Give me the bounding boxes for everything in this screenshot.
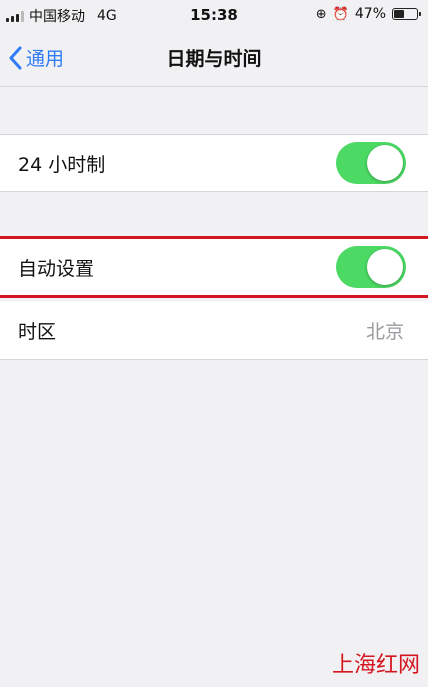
setting-label-auto-set: 自动设置 — [18, 258, 95, 280]
toggle-knob — [367, 145, 403, 181]
watermark: 上海红网 — [331, 653, 420, 678]
divider — [0, 359, 428, 360]
toggle-24-hour[interactable] — [336, 142, 406, 184]
alarm-icon: ⏰ — [332, 6, 349, 22]
toggle-knob — [367, 249, 403, 285]
status-bar: 中国移动 4G 15:38 ⊕ ⏰ 47% — [0, 0, 428, 30]
setting-row-24-hour: 24 小时制 — [0, 135, 428, 191]
battery-percent: 47% — [354, 6, 386, 22]
battery-fill — [394, 10, 404, 18]
toggle-auto-set[interactable] — [336, 246, 406, 288]
setting-label-timezone: 时区 — [18, 321, 57, 343]
page-title: 日期与时间 — [166, 48, 262, 70]
battery-icon — [392, 8, 421, 20]
status-right: ⊕ ⏰ 47% — [315, 6, 421, 22]
divider — [0, 191, 428, 192]
setting-label-24-hour: 24 小时制 — [18, 154, 106, 176]
navigation-bar: 通用 日期与时间 — [0, 30, 428, 87]
timezone-value: 北京 — [365, 321, 404, 343]
setting-row-auto-set: 自动设置 — [0, 239, 428, 295]
lock-rotation-icon: ⊕ — [315, 6, 327, 22]
setting-row-timezone[interactable]: 时区 北京 — [0, 301, 428, 359]
